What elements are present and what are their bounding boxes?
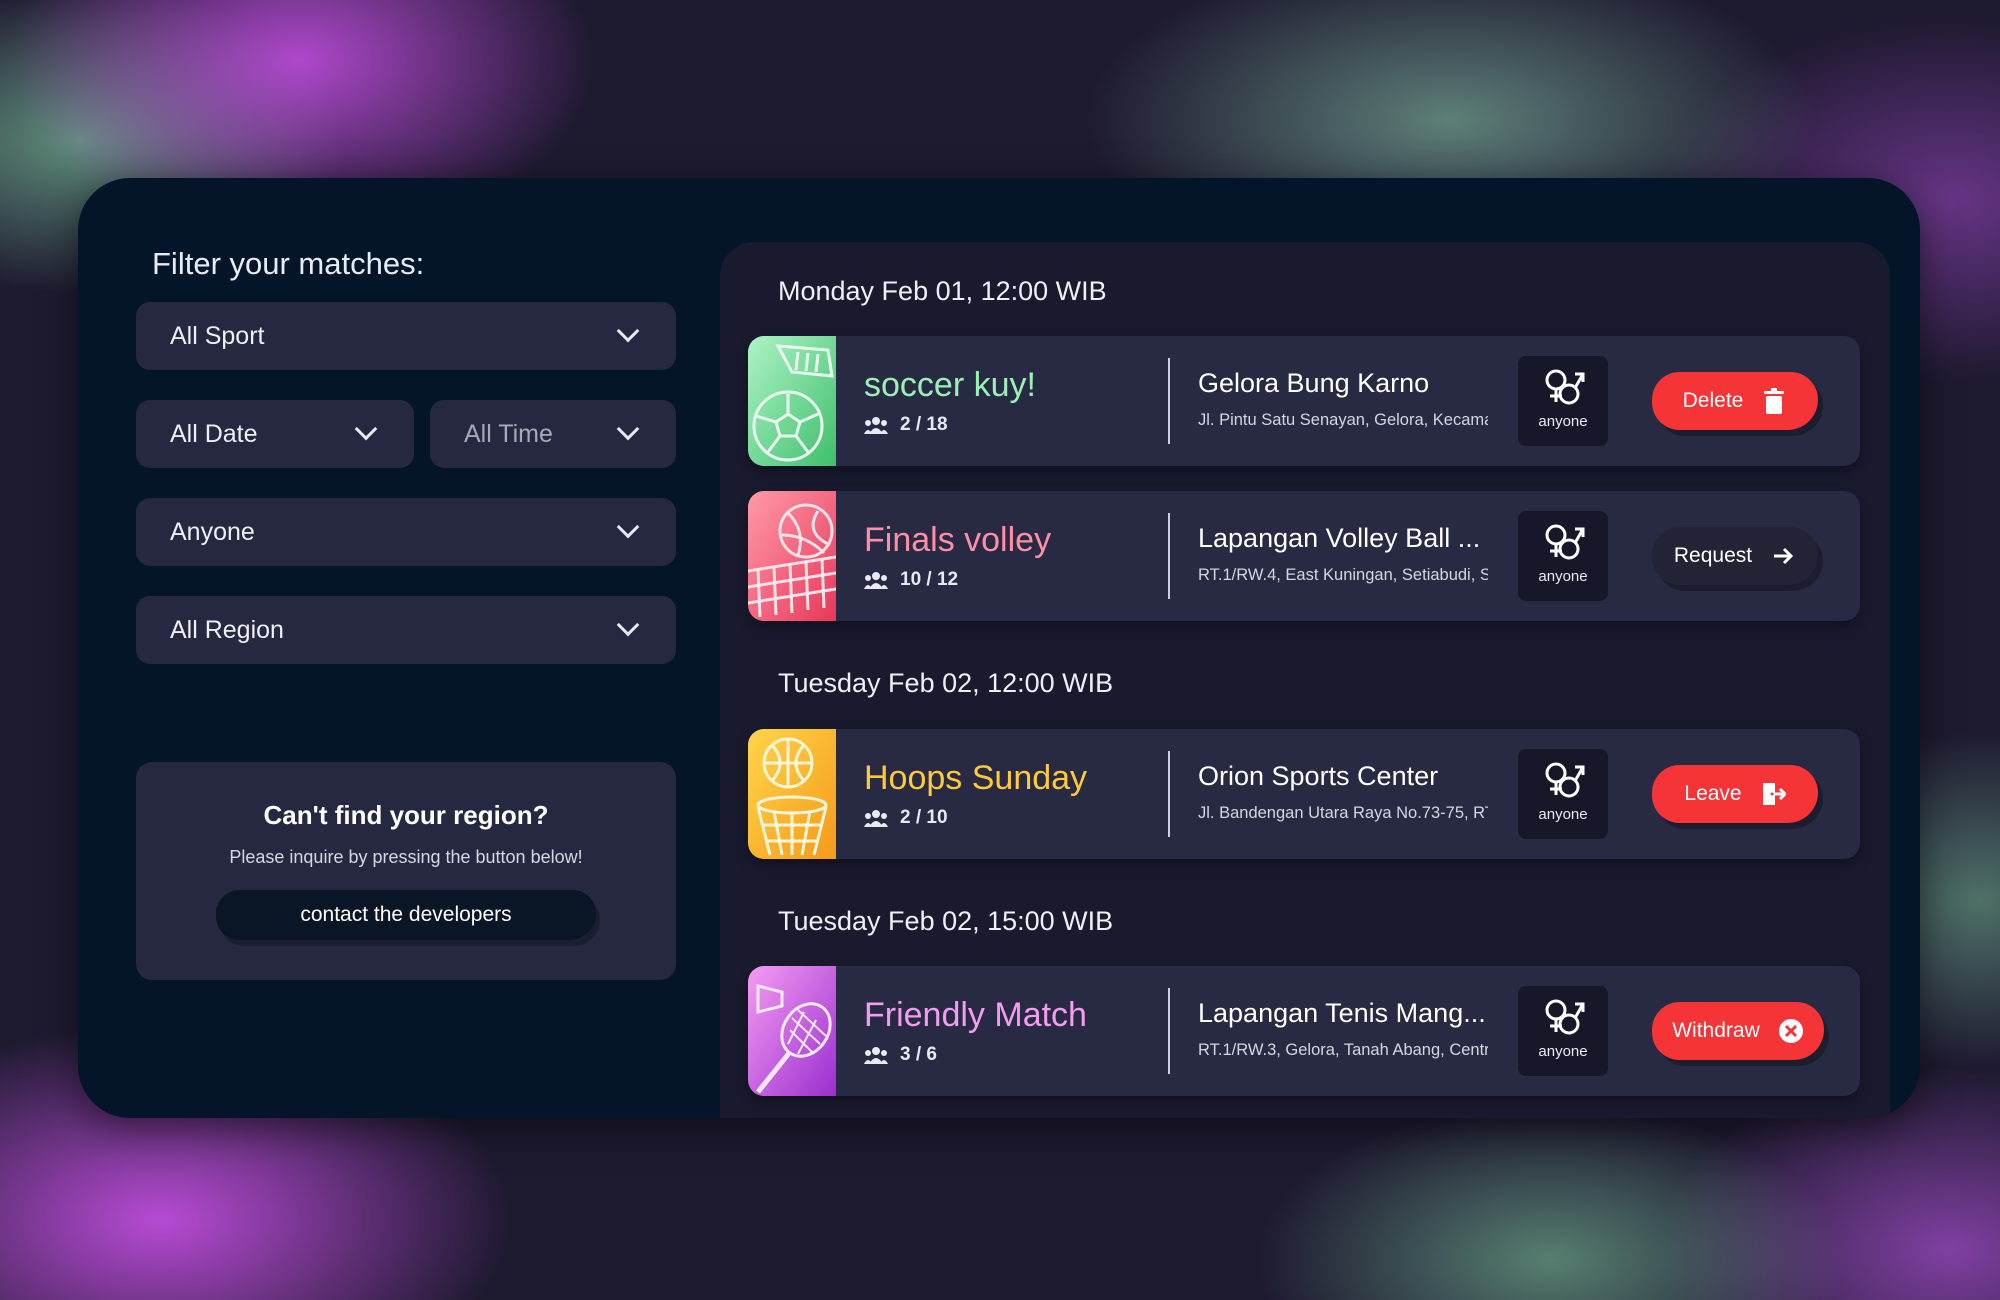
people-icon (864, 810, 888, 827)
soccer-thumbnail (748, 336, 836, 466)
badminton-icon (748, 966, 836, 1096)
match-card[interactable]: Finals volley 10 / 12 Lapangan Volley Ba… (748, 491, 1860, 621)
venue-name: Orion Sports Center (1198, 761, 1439, 791)
volleyball-thumbnail (748, 491, 837, 621)
date-header: Monday Feb 01, 12:00 WIB (778, 276, 1107, 306)
venue-info: Lapangan Volley Ball ... RT.1/RW.4, East… (1198, 523, 1488, 585)
venue-name: Lapangan Volley Ball ... (1198, 523, 1481, 553)
app-window: Filter your matches: All Sport All Date … (78, 178, 1920, 1118)
request-button[interactable]: Request (1652, 527, 1818, 585)
match-list-panel: Monday Feb 01, 12:00 WIB soccer kuy! 2 /… (720, 242, 1890, 1118)
people-icon (864, 572, 888, 589)
venue-info: Orion Sports Center Jl. Bandengan Utara … (1198, 761, 1488, 823)
people-icon (864, 417, 888, 434)
venue-address: Jl. Bandengan Utara Raya No.73-75, RT.1/… (1198, 804, 1488, 822)
date-select[interactable]: All Date (136, 400, 414, 468)
gender-label: anyone (1538, 806, 1588, 823)
date-header: Tuesday Feb 02, 15:00 WIB (778, 906, 1114, 936)
region-help-card: Can't find your region? Please inquire b… (136, 762, 676, 980)
participant-count-value: 10 / 12 (900, 569, 959, 590)
leave-button[interactable]: Leave (1652, 765, 1818, 823)
match-name: Friendly Match (864, 996, 1087, 1034)
trash-icon (1764, 388, 1785, 414)
basketball-icon (748, 729, 836, 859)
chevron-down-icon (616, 613, 640, 637)
participant-count: 2 / 10 (864, 807, 948, 829)
sport-select-value: All Sport (170, 321, 265, 350)
people-icon (864, 1047, 888, 1064)
date-header: Tuesday Feb 02, 12:00 WIB (778, 668, 1114, 698)
participant-count: 3 / 6 (864, 1044, 937, 1066)
basketball-thumbnail (748, 729, 836, 859)
close-circle-icon (1778, 1019, 1803, 1043)
withdraw-button[interactable]: Withdraw (1652, 1002, 1824, 1060)
exit-door-icon (1762, 783, 1786, 805)
gender-label: anyone (1538, 568, 1588, 585)
region-help-text: Please inquire by pressing the button be… (229, 847, 583, 867)
gender-select[interactable]: Anyone (136, 498, 676, 566)
time-select[interactable]: All Time (430, 400, 676, 468)
participant-count: 2 / 18 (864, 414, 948, 436)
match-name: soccer kuy! (864, 366, 1036, 404)
venue-address: RT.1/RW.4, East Kuningan, Setiabudi, Sou… (1198, 566, 1488, 584)
match-name: Hoops Sunday (864, 759, 1088, 797)
delete-button[interactable]: Delete (1652, 372, 1818, 430)
request-button-label: Request (1673, 544, 1753, 567)
venue-info: Gelora Bung Karno Jl. Pintu Satu Senayan… (1198, 368, 1488, 430)
gender-badge: anyone (1518, 749, 1608, 839)
gender-icon (1545, 369, 1585, 405)
participant-count-value: 2 / 10 (900, 807, 948, 828)
soccer-icon (748, 336, 836, 466)
arrow-right-icon (1774, 547, 1794, 565)
volleyball-icon (748, 491, 837, 621)
participant-count: 10 / 12 (864, 569, 958, 591)
sport-select[interactable]: All Sport (136, 302, 676, 370)
leave-button-label: Leave (1684, 782, 1742, 805)
filter-title: Filter your matches: (152, 246, 425, 281)
gender-icon (1545, 762, 1585, 798)
chevron-down-icon (354, 417, 378, 441)
delete-button-label: Delete (1682, 389, 1744, 412)
region-select[interactable]: All Region (136, 596, 676, 664)
gender-icon (1545, 524, 1585, 560)
chevron-down-icon (616, 417, 640, 441)
gender-badge: anyone (1518, 356, 1608, 446)
gender-select-value: Anyone (170, 517, 255, 546)
badminton-thumbnail (748, 966, 836, 1096)
date-select-value: All Date (170, 419, 258, 448)
match-card[interactable]: Friendly Match 3 / 6 Lapangan Tenis Mang… (748, 966, 1860, 1096)
divider (1168, 988, 1170, 1074)
divider (1168, 358, 1170, 444)
time-select-value: All Time (464, 419, 553, 448)
chevron-down-icon (616, 515, 640, 539)
divider (1168, 751, 1170, 837)
region-select-value: All Region (170, 615, 284, 644)
match-card[interactable]: soccer kuy! 2 / 18 Gelora Bung Karno Jl.… (748, 336, 1860, 466)
venue-name: Lapangan Tenis Mang... (1198, 998, 1486, 1028)
gender-label: anyone (1538, 413, 1588, 430)
contact-developers-button[interactable]: contact the developers (216, 890, 596, 940)
gender-icon (1545, 999, 1585, 1035)
gender-badge: anyone (1518, 986, 1608, 1076)
participant-count-value: 3 / 6 (900, 1044, 937, 1065)
region-help-title: Can't find your region? (263, 800, 549, 830)
venue-address: RT.1/RW.3, Gelora, Tanah Abang, Central … (1198, 1041, 1488, 1059)
venue-info: Lapangan Tenis Mang... RT.1/RW.3, Gelora… (1198, 998, 1488, 1060)
venue-address: Jl. Pintu Satu Senayan, Gelora, Kecamata… (1198, 411, 1488, 429)
divider (1168, 513, 1170, 599)
withdraw-button-label: Withdraw (1672, 1019, 1760, 1042)
match-card[interactable]: Hoops Sunday 2 / 10 Orion Sports Center … (748, 729, 1860, 859)
gender-label: anyone (1538, 1043, 1588, 1060)
gender-badge: anyone (1518, 511, 1608, 601)
venue-name: Gelora Bung Karno (1198, 368, 1430, 398)
participant-count-value: 2 / 18 (900, 414, 948, 435)
chevron-down-icon (616, 319, 640, 343)
match-name: Finals volley (864, 521, 1052, 559)
